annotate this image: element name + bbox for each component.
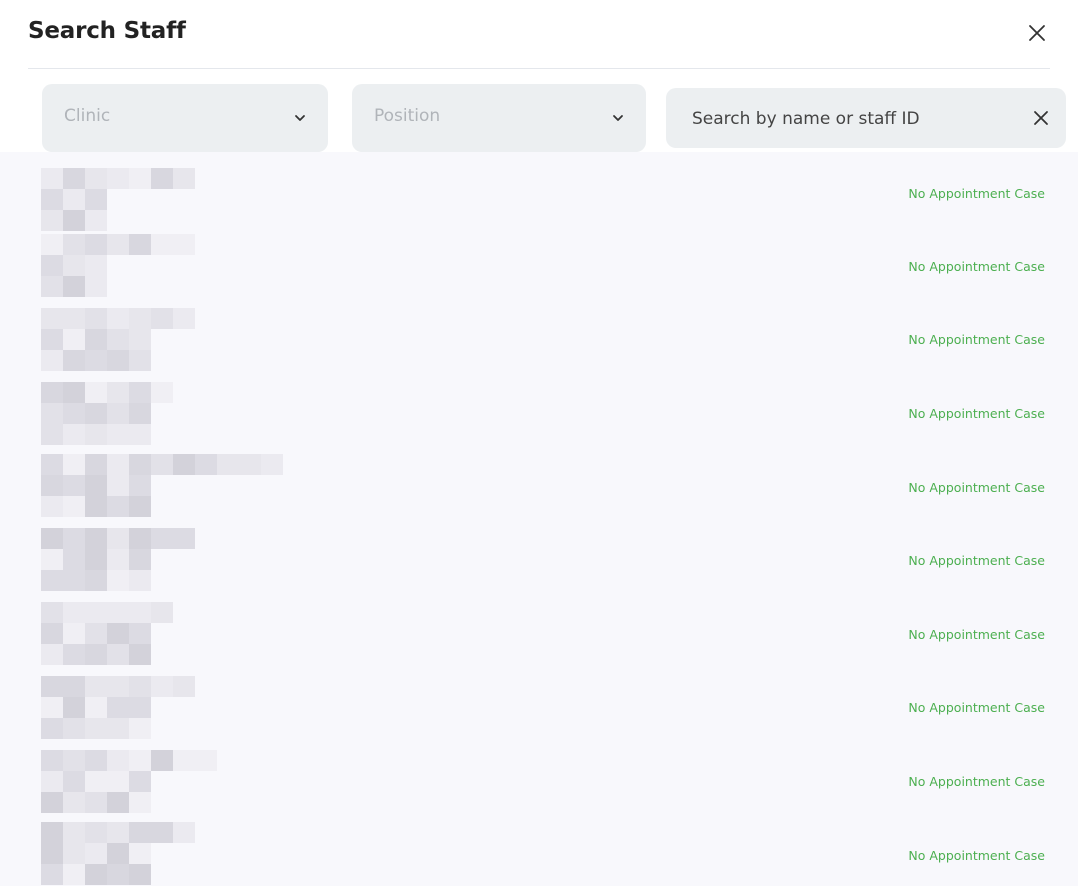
staff-name-redacted bbox=[41, 382, 201, 446]
staff-name-redacted bbox=[41, 676, 201, 740]
clinic-select-placeholder: Clinic bbox=[64, 106, 111, 126]
staff-name-redacted bbox=[41, 454, 283, 518]
staff-list: No Appointment Case No Appointment Case No… bbox=[0, 152, 1078, 886]
position-select[interactable]: Position bbox=[352, 84, 646, 152]
appointment-status-label: No Appointment Case bbox=[908, 700, 1045, 715]
appointment-status-label: No Appointment Case bbox=[908, 480, 1045, 495]
staff-row[interactable]: No Appointment Case bbox=[0, 674, 1078, 747]
search-staff-modal: Search Staff Clinic Position Search by n… bbox=[0, 0, 1078, 886]
close-icon bbox=[1034, 111, 1048, 125]
staff-row[interactable]: No Appointment Case bbox=[0, 820, 1078, 893]
close-button[interactable] bbox=[1024, 20, 1050, 46]
staff-row[interactable]: No Appointment Case bbox=[0, 380, 1078, 453]
staff-row[interactable]: No Appointment Case bbox=[0, 748, 1078, 821]
staff-row[interactable]: No Appointment Case bbox=[0, 452, 1078, 525]
appointment-status-label: No Appointment Case bbox=[908, 406, 1045, 421]
staff-row[interactable]: No Appointment Case bbox=[0, 232, 1078, 305]
staff-search-input[interactable] bbox=[690, 104, 1014, 134]
appointment-status-label: No Appointment Case bbox=[908, 848, 1045, 863]
staff-row[interactable]: No Appointment Case bbox=[0, 306, 1078, 379]
staff-row[interactable]: No Appointment Case bbox=[0, 526, 1078, 599]
appointment-status-label: No Appointment Case bbox=[908, 627, 1045, 642]
close-icon bbox=[1029, 25, 1045, 41]
appointment-status-label: No Appointment Case bbox=[908, 553, 1045, 568]
staff-name-redacted bbox=[41, 308, 201, 372]
chevron-down-icon bbox=[613, 115, 623, 121]
staff-name-redacted bbox=[41, 822, 201, 886]
staff-name-redacted bbox=[41, 602, 201, 666]
staff-name-redacted bbox=[41, 168, 201, 232]
modal-header: Search Staff bbox=[28, 0, 1050, 69]
staff-name-redacted bbox=[41, 528, 201, 592]
staff-name-redacted bbox=[41, 234, 201, 298]
filter-bar: Clinic Position bbox=[42, 84, 1066, 152]
staff-row[interactable]: No Appointment Case bbox=[0, 600, 1078, 673]
chevron-down-icon bbox=[295, 115, 305, 121]
staff-row[interactable]: No Appointment Case bbox=[0, 166, 1078, 239]
staff-search-field bbox=[666, 88, 1066, 148]
appointment-status-label: No Appointment Case bbox=[908, 186, 1045, 201]
appointment-status-label: No Appointment Case bbox=[908, 259, 1045, 274]
modal-title: Search Staff bbox=[28, 18, 186, 44]
clear-search-button[interactable] bbox=[1030, 107, 1052, 129]
clinic-select[interactable]: Clinic bbox=[42, 84, 328, 152]
appointment-status-label: No Appointment Case bbox=[908, 332, 1045, 347]
position-select-placeholder: Position bbox=[374, 106, 441, 126]
appointment-status-label: No Appointment Case bbox=[908, 774, 1045, 789]
staff-name-redacted bbox=[41, 750, 217, 814]
